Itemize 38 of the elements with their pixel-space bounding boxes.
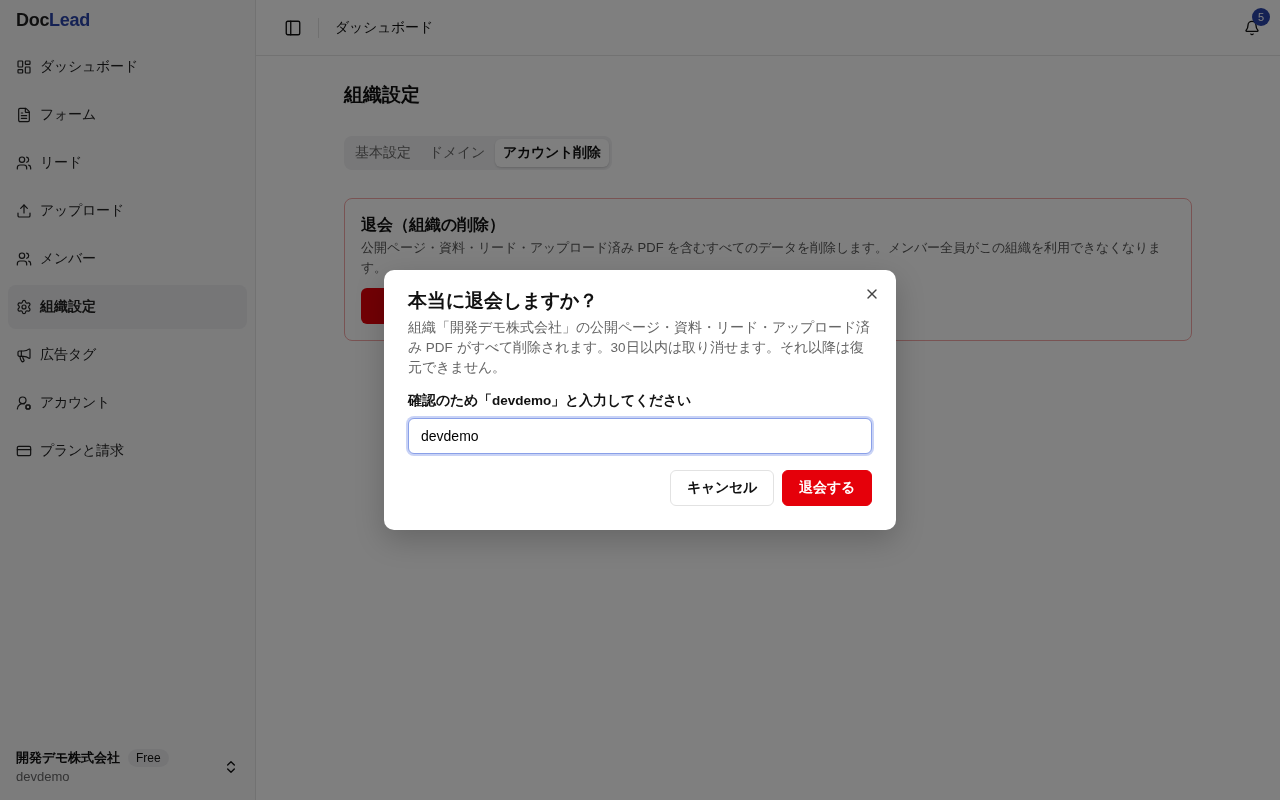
sidebar-item[interactable]: アップロード (8, 189, 247, 233)
tab[interactable]: ドメイン (421, 139, 493, 167)
upload-icon (16, 203, 32, 219)
sidebar-item[interactable]: プランと請求 (8, 429, 247, 473)
page-title: 組織設定 (344, 83, 421, 107)
users-icon (16, 155, 32, 171)
sidebar-item[interactable]: リード (8, 141, 247, 185)
user-icon (16, 395, 32, 411)
tab[interactable]: 基本設定 (347, 139, 419, 167)
dashboard-icon (16, 59, 32, 75)
credit-card-icon (16, 443, 32, 459)
notification-badge: 5 (1252, 7, 1270, 26)
sidebar-item[interactable]: メンバー (8, 237, 247, 281)
sidebar-item[interactable]: アカウント (8, 381, 247, 425)
card-description: 公開ページ・資料・リード・アップロード済み PDF を含むすべてのデータを削除します。メンバー全員がこの組織を利用できなくなります。 (361, 239, 1163, 277)
dialog-title: 本当に退会しますか？ (408, 289, 599, 313)
logo: DocLead (15, 9, 91, 32)
plan-badge: Free (128, 749, 169, 767)
sidebar-item[interactable]: ダッシュボード (8, 45, 247, 89)
breadcrumb: ダッシュボード (335, 18, 434, 37)
field-label: 確認のため「devdemo」と入力してください (408, 392, 693, 410)
org-slug: devdemo (16, 769, 71, 784)
dialog-description: 組織「開発デモ株式会社」の公開ページ・資料・リード・アップロード済み PDF がすべて削除されます。30日以内は取り消せます。それ以降は復元できません。 (408, 319, 871, 377)
sidebar-item[interactable]: 広告タグ (8, 333, 247, 377)
notification-icon[interactable] (1244, 19, 1260, 36)
cancel-button[interactable]: キャンセル (670, 470, 774, 506)
confirm-button[interactable]: 退会する (782, 470, 872, 506)
settings-icon (16, 299, 32, 315)
sidebar-item[interactable]: 組織設定 (8, 285, 247, 329)
org-name: 開発デモ株式会社 (16, 749, 120, 767)
users-icon (16, 251, 32, 267)
document-icon (16, 107, 32, 123)
input-field[interactable]: devdemo (408, 418, 872, 454)
sidebar-toggle-icon[interactable] (284, 18, 302, 37)
card-title: 退会（組織の削除） (361, 215, 506, 235)
megaphone-icon (16, 347, 32, 363)
tab[interactable]: アカウント削除 (495, 139, 609, 167)
sidebar-item[interactable]: フォーム (8, 93, 247, 137)
